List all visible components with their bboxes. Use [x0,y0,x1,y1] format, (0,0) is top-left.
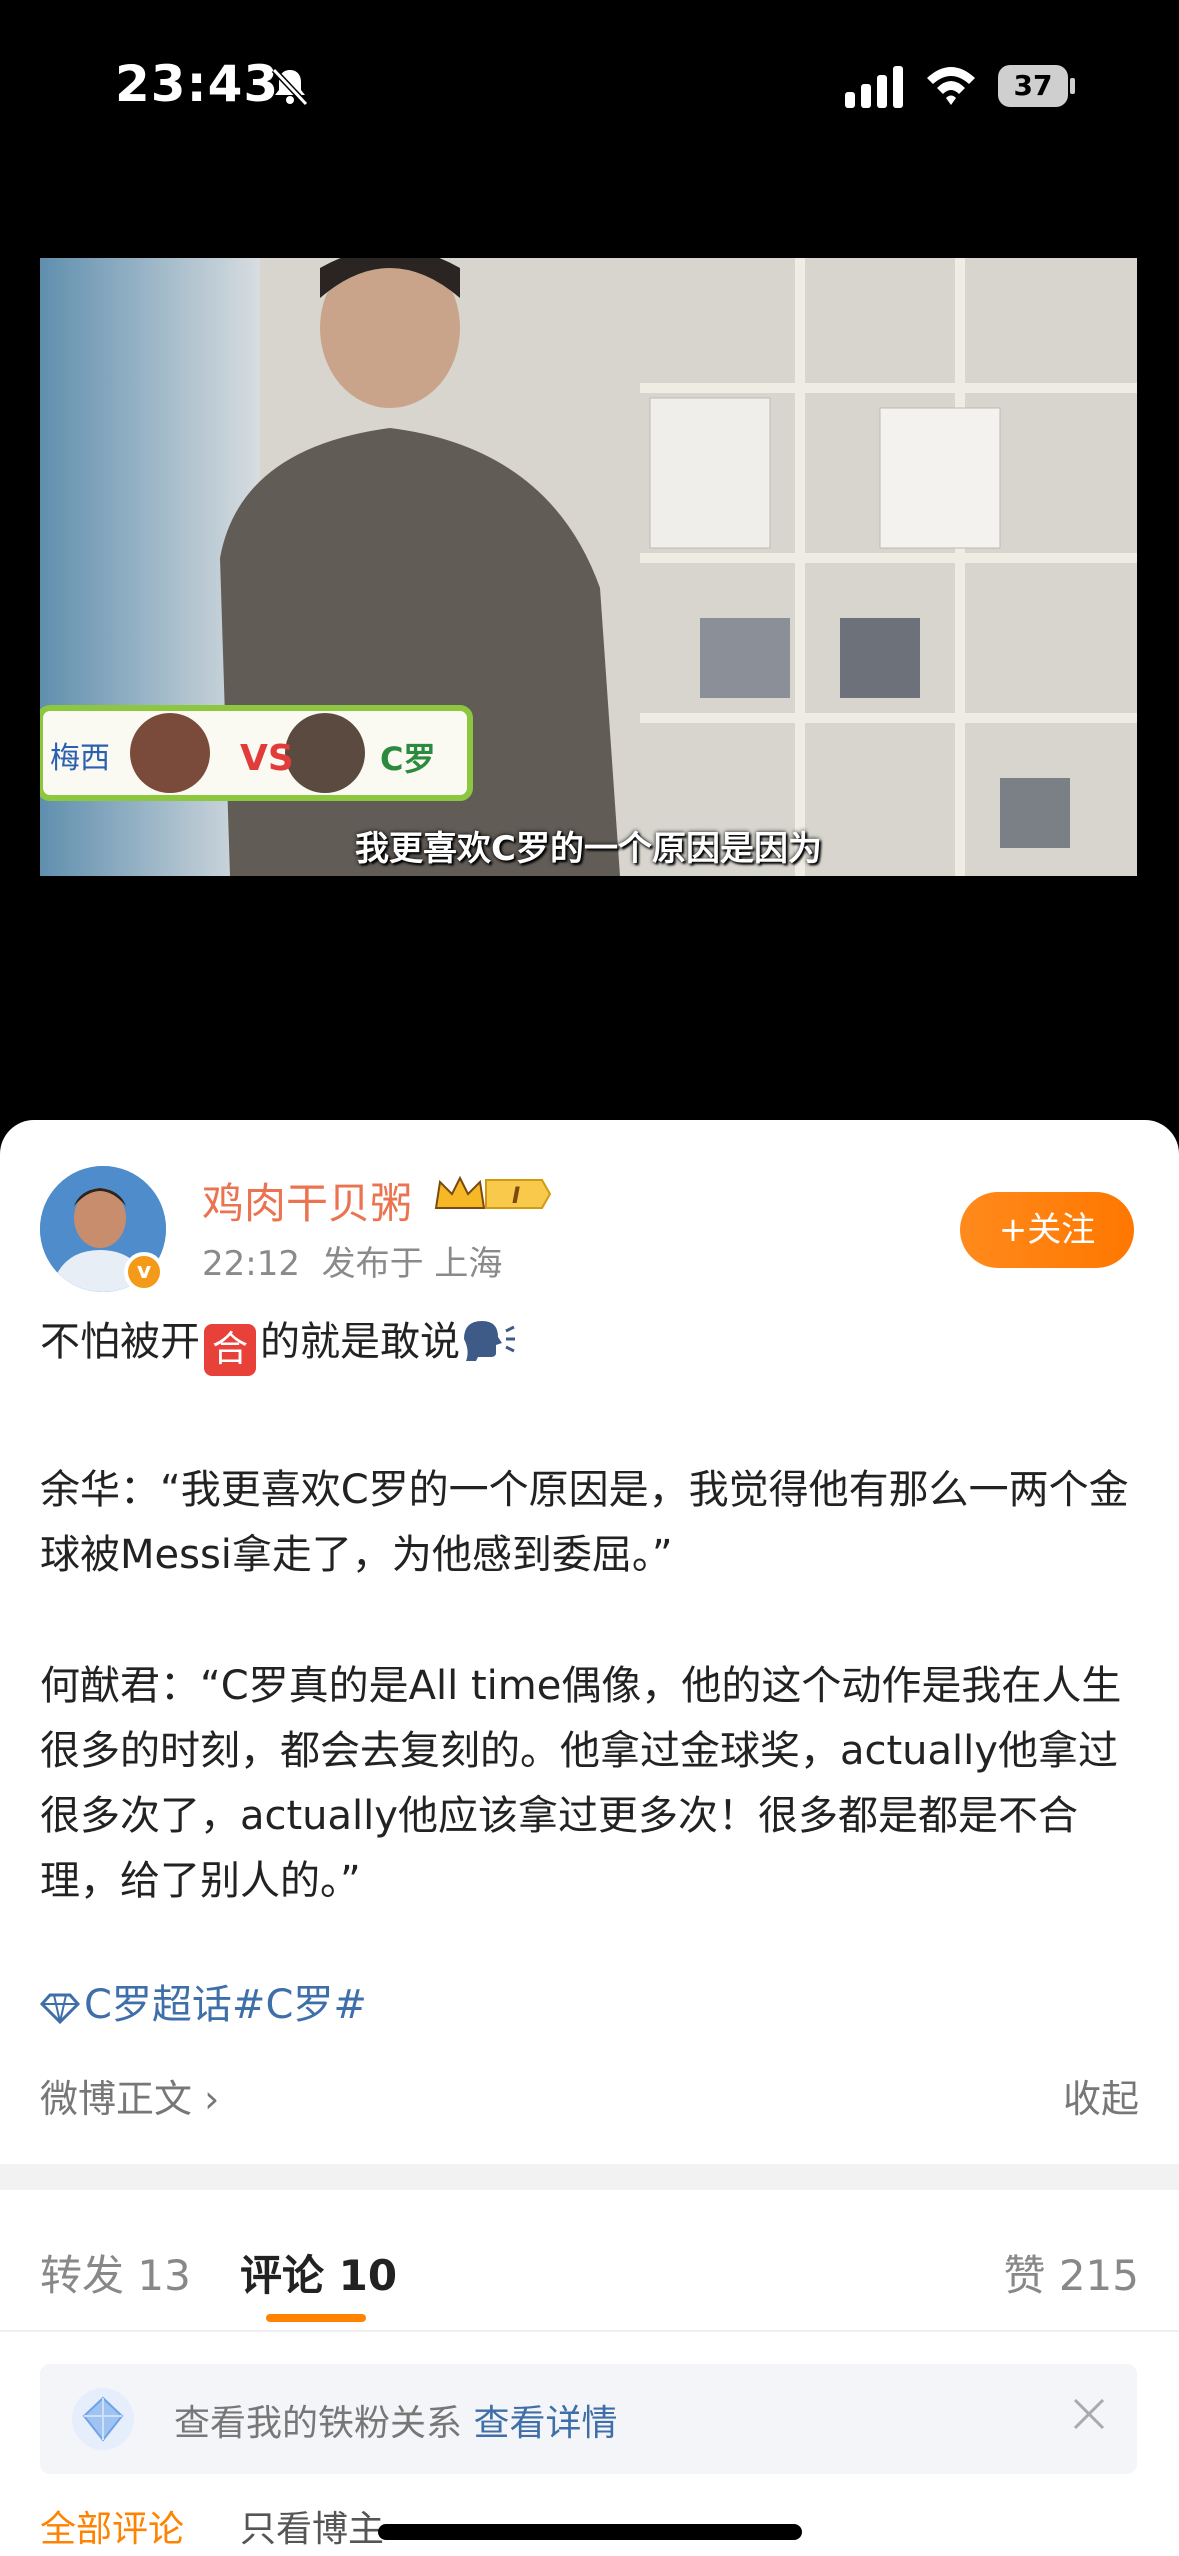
fans-banner-label: 查看我的铁粉关系 [174,2403,463,2444]
verified-badge-icon: v [124,1252,164,1292]
tab-comment[interactable]: 评论 10 [240,2242,397,2303]
post-meta: 22:12 发布于 上海 [202,1236,502,1285]
right-player-label: C罗 [380,740,436,778]
topic-link[interactable]: C罗超话#C罗# [39,1972,367,2030]
post-line1-after: 的就是敢说 [260,1319,460,1365]
wifi-icon [927,67,975,105]
author-name[interactable]: 鸡肉干贝粥 [202,1170,412,1231]
follow-button[interactable]: +关注 [960,1192,1134,1268]
member-level-badge-icon: I [434,1175,552,1209]
left-player-label: 梅西 [50,741,110,776]
filter-blogger-only[interactable]: 只看博主 [240,2500,384,2552]
post-paragraph-heyoujun: 何猷君：“C罗真的是All time偶像，他的这个动作是我在人生很多的时刻，都会… [40,1663,1122,1904]
collapse-button[interactable]: 收起 [1063,2068,1139,2123]
filter-all-comments[interactable]: 全部评论 [40,2500,184,2552]
close-icon[interactable] [1069,2394,1109,2434]
tab-like[interactable]: 赞 215 [1003,2242,1139,2303]
fans-banner-text: 查看我的铁粉关系 查看详情 [174,2394,617,2446]
home-indicator[interactable] [378,2524,802,2540]
battery-indicator: 37 [998,65,1076,107]
interaction-tabs: 转发 13 评论 10 赞 215 [0,2190,1179,2330]
super-topic-diamond-icon [39,1993,81,2025]
video-subtitle: 我更喜欢C罗的一个原因是因为 [355,829,822,869]
tabs-bottom-line [0,2330,1179,2332]
silent-bell-icon [271,67,309,107]
post-card: v 鸡肉干贝粥 I 22:12 发布于 上海 +关注 不怕被开合的就是敢说 余华… [0,1120,1179,2556]
tab-repost[interactable]: 转发 13 [40,2242,191,2303]
fans-detail-link[interactable]: 查看详情 [473,2403,617,2444]
he-badge-icon: 合 [204,1324,256,1376]
post-time: 22:12 [202,1244,300,1284]
status-time: 23:43 [115,55,280,113]
vs-label: VS [240,738,294,779]
video-frame-image: 梅西 VS C罗 [40,258,1137,876]
post-line1-before: 不怕被开 [40,1319,200,1365]
post-paragraph-yuhua: 余华：“我更喜欢C罗的一个原因是，我觉得他有那么一两个金球被Messi拿走了，为… [40,1467,1129,1578]
topic-text: C罗超话#C罗# [84,1982,367,2028]
status-bar: 23:43 37 [0,0,1179,170]
video-player[interactable]: 梅西 VS C罗 我更喜欢C罗的一个原因是因为 [40,258,1137,876]
post-location: 发布于 上海 [321,1244,503,1284]
section-divider [0,2164,1179,2190]
iron-fan-gem-icon [72,2388,134,2450]
member-level: I [512,1184,520,1209]
cellular-signal-icon [845,66,903,108]
fans-relation-banner[interactable]: 查看我的铁粉关系 查看详情 [40,2364,1137,2474]
post-line1: 不怕被开合的就是敢说 [40,1310,1139,1376]
battery-level: 37 [998,65,1068,107]
full-text-link[interactable]: 微博正文 › [40,2068,219,2123]
active-tab-indicator [266,2314,366,2322]
speaking-head-icon [464,1321,515,1361]
